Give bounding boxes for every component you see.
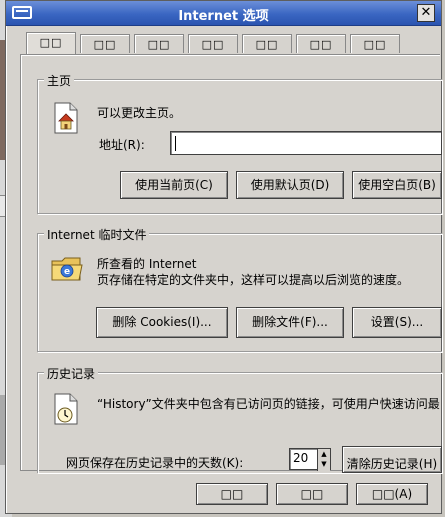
temp-files-group: Internet 临时文件 e 所查看的 Internet 页存储在特定的文件夹… bbox=[37, 226, 442, 352]
apply-button[interactable]: □□(A) bbox=[356, 483, 428, 505]
home-page-group: 主页 可以更改主页。 地址(R): 使用当前页(C) 使用默认页(D) 使用空白… bbox=[37, 72, 442, 214]
history-days-stepper[interactable]: 20 ▲ ▼ bbox=[289, 448, 331, 471]
general-tab-panel: 主页 可以更改主页。 地址(R): 使用当前页(C) 使用默认页(D) 使用空白… bbox=[20, 54, 442, 473]
home-page-icon bbox=[54, 102, 78, 134]
temp-files-icon: e bbox=[51, 257, 83, 281]
delete-cookies-button[interactable]: 删除 Cookies(I)... bbox=[96, 307, 228, 338]
cancel-button[interactable]: □□ bbox=[276, 483, 348, 505]
tab-7[interactable]: □□ bbox=[350, 34, 400, 53]
address-label: 地址(R): bbox=[99, 138, 145, 152]
close-button[interactable]: ✕ bbox=[417, 4, 435, 22]
history-days-value: 20 bbox=[293, 451, 309, 465]
title-bar[interactable]: Internet 选项 ✕ bbox=[6, 1, 441, 26]
spin-down-icon[interactable]: ▼ bbox=[318, 459, 330, 469]
svg-text:e: e bbox=[64, 267, 70, 277]
address-input[interactable] bbox=[170, 131, 442, 155]
settings-button[interactable]: 设置(S)... bbox=[352, 307, 442, 338]
use-blank-button[interactable]: 使用空白页(B) bbox=[352, 171, 442, 199]
temp-files-group-title: Internet 临时文件 bbox=[44, 226, 150, 243]
internet-options-dialog: Internet 选项 ✕ □□ □□ □□ □□ □□ □□ □□ 主页 可以… bbox=[5, 0, 442, 514]
history-group-title: 历史记录 bbox=[44, 365, 99, 382]
window-title: Internet 选项 bbox=[178, 9, 269, 24]
temp-files-line1: 所查看的 Internet bbox=[97, 257, 197, 271]
spin-buttons[interactable]: ▲ ▼ bbox=[317, 449, 330, 471]
temp-files-line2: 页存储在特定的文件夹中，这样可以提高以后浏览的速度。 bbox=[97, 273, 410, 287]
ok-button[interactable]: □□ bbox=[196, 483, 268, 505]
tab-4[interactable]: □□ bbox=[188, 34, 238, 53]
home-page-description: 可以更改主页。 bbox=[97, 106, 182, 120]
tab-general[interactable]: □□ bbox=[26, 32, 76, 54]
home-page-group-title: 主页 bbox=[44, 72, 75, 89]
use-current-button[interactable]: 使用当前页(C) bbox=[120, 171, 228, 199]
text-caret bbox=[175, 136, 176, 151]
history-group: 历史记录 “History”文件夹中包含有已访问页的链接，可使用户快速访问最 网… bbox=[37, 365, 442, 473]
tab-3[interactable]: □□ bbox=[134, 34, 184, 53]
history-description: “History”文件夹中包含有已访问页的链接，可使用户快速访问最 bbox=[97, 397, 440, 411]
history-days-label: 网页保存在历史记录中的天数(K): bbox=[66, 456, 244, 470]
use-default-button[interactable]: 使用默认页(D) bbox=[236, 171, 344, 199]
delete-files-button[interactable]: 删除文件(F)... bbox=[236, 307, 344, 338]
tab-2[interactable]: □□ bbox=[80, 34, 130, 53]
tab-6[interactable]: □□ bbox=[296, 34, 346, 53]
tab-5[interactable]: □□ bbox=[242, 34, 292, 53]
clear-history-button[interactable]: 清除历史记录(H) bbox=[342, 446, 442, 473]
spin-up-icon[interactable]: ▲ bbox=[318, 449, 330, 459]
history-icon bbox=[54, 393, 78, 425]
